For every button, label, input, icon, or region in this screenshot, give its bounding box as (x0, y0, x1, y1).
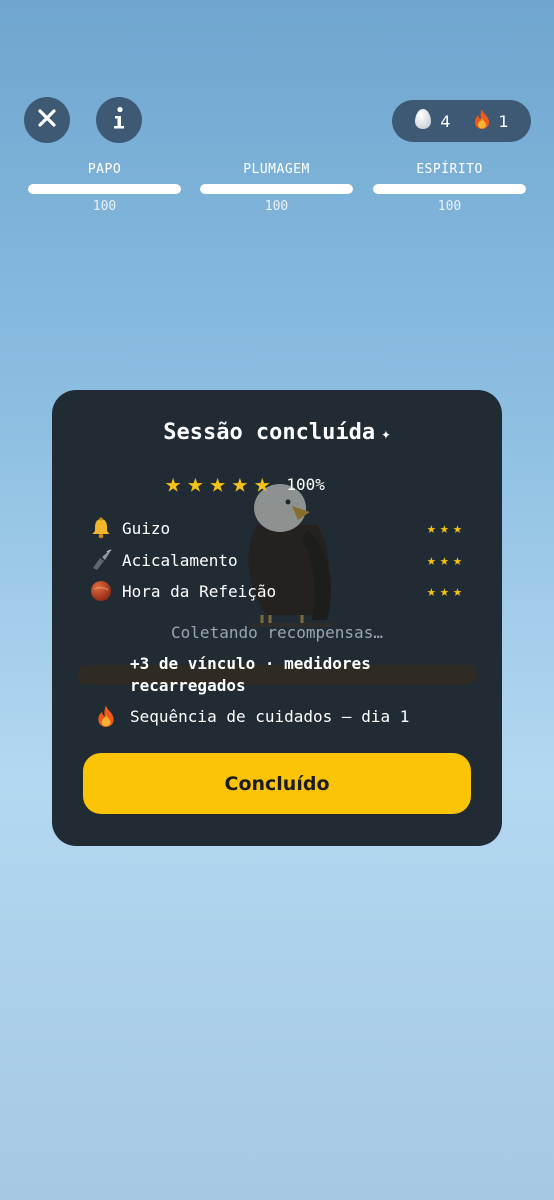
task-label: Hora da Refeição (122, 581, 277, 601)
star-icon: ★ (231, 468, 249, 499)
info-button[interactable] (96, 97, 142, 143)
eggs-count: 4 (440, 111, 451, 131)
task-stars: ★★★ (426, 519, 466, 537)
streak-count: 1 (498, 111, 509, 131)
meter-espirito: ESPÍRITO 100 (373, 160, 526, 214)
done-button[interactable]: Concluído (83, 753, 471, 814)
task-row-acicalamento: Acicalamento ★★★ (90, 547, 466, 573)
sparkle-icon: ✦ (381, 424, 391, 443)
care-streak-row: Sequência de cuidados — dia 1 (96, 704, 409, 728)
meter-bar (373, 184, 526, 194)
bell-icon (90, 517, 122, 539)
collecting-rewards-text: Coletando recompensas… (171, 623, 383, 642)
meter-label: PLUMAGEM (243, 162, 310, 177)
task-stars: ★★★ (426, 582, 466, 600)
egg-icon (414, 108, 432, 134)
task-row-hora-da-refeicao: Hora da Refeição ★★★ (90, 578, 466, 604)
star-icon: ★ (254, 468, 271, 499)
resource-counters: 4 1 (392, 100, 531, 142)
star-icon: ★ (165, 468, 182, 499)
meter-bar (28, 184, 181, 194)
meter-fill (200, 184, 353, 194)
meter-label: ESPÍRITO (416, 162, 483, 177)
task-label: Acicalamento (122, 550, 238, 570)
fire-icon (473, 108, 491, 134)
meter-papo: PAPO 100 (28, 160, 181, 214)
dialog-title: Sessão concluída ✦ (52, 420, 502, 445)
meter-bar (200, 184, 353, 194)
close-button[interactable] (24, 97, 70, 143)
bond-reward-text: +3 de vínculo · medidores recarregados (130, 654, 371, 695)
meter-label: PAPO (87, 162, 122, 177)
star-icon: ★ (209, 468, 226, 499)
score-percent: 100% (286, 474, 325, 494)
task-row-guizo: Guizo ★★★ (90, 515, 466, 541)
grooming-brush-icon (90, 549, 122, 571)
fire-icon (96, 704, 116, 728)
streak-counter: 1 (473, 108, 509, 134)
task-label: Guizo (122, 518, 171, 538)
meter-value: 100 (92, 199, 117, 214)
meter-value: 100 (264, 199, 289, 214)
star-icon: ★ (187, 468, 204, 499)
meter-value: 100 (437, 199, 462, 214)
care-streak-text: Sequência de cuidados — dia 1 (130, 706, 410, 726)
task-stars: ★★★ (426, 551, 466, 569)
dialog-title-text: Sessão concluída (163, 420, 376, 445)
session-complete-dialog: Sessão concluída ✦ ★ ★ ★ ★ ★ 100% Guizo ★… (52, 390, 502, 846)
close-icon (37, 108, 57, 132)
rating-row: ★ ★ ★ ★ ★ 100% (165, 470, 325, 498)
info-icon (112, 106, 126, 134)
meter-fill (373, 184, 526, 194)
meter-plumagem: PLUMAGEM 100 (200, 160, 353, 214)
meter-fill (28, 184, 181, 194)
eggs-counter: 4 (414, 108, 451, 134)
food-ball-icon (90, 580, 122, 602)
